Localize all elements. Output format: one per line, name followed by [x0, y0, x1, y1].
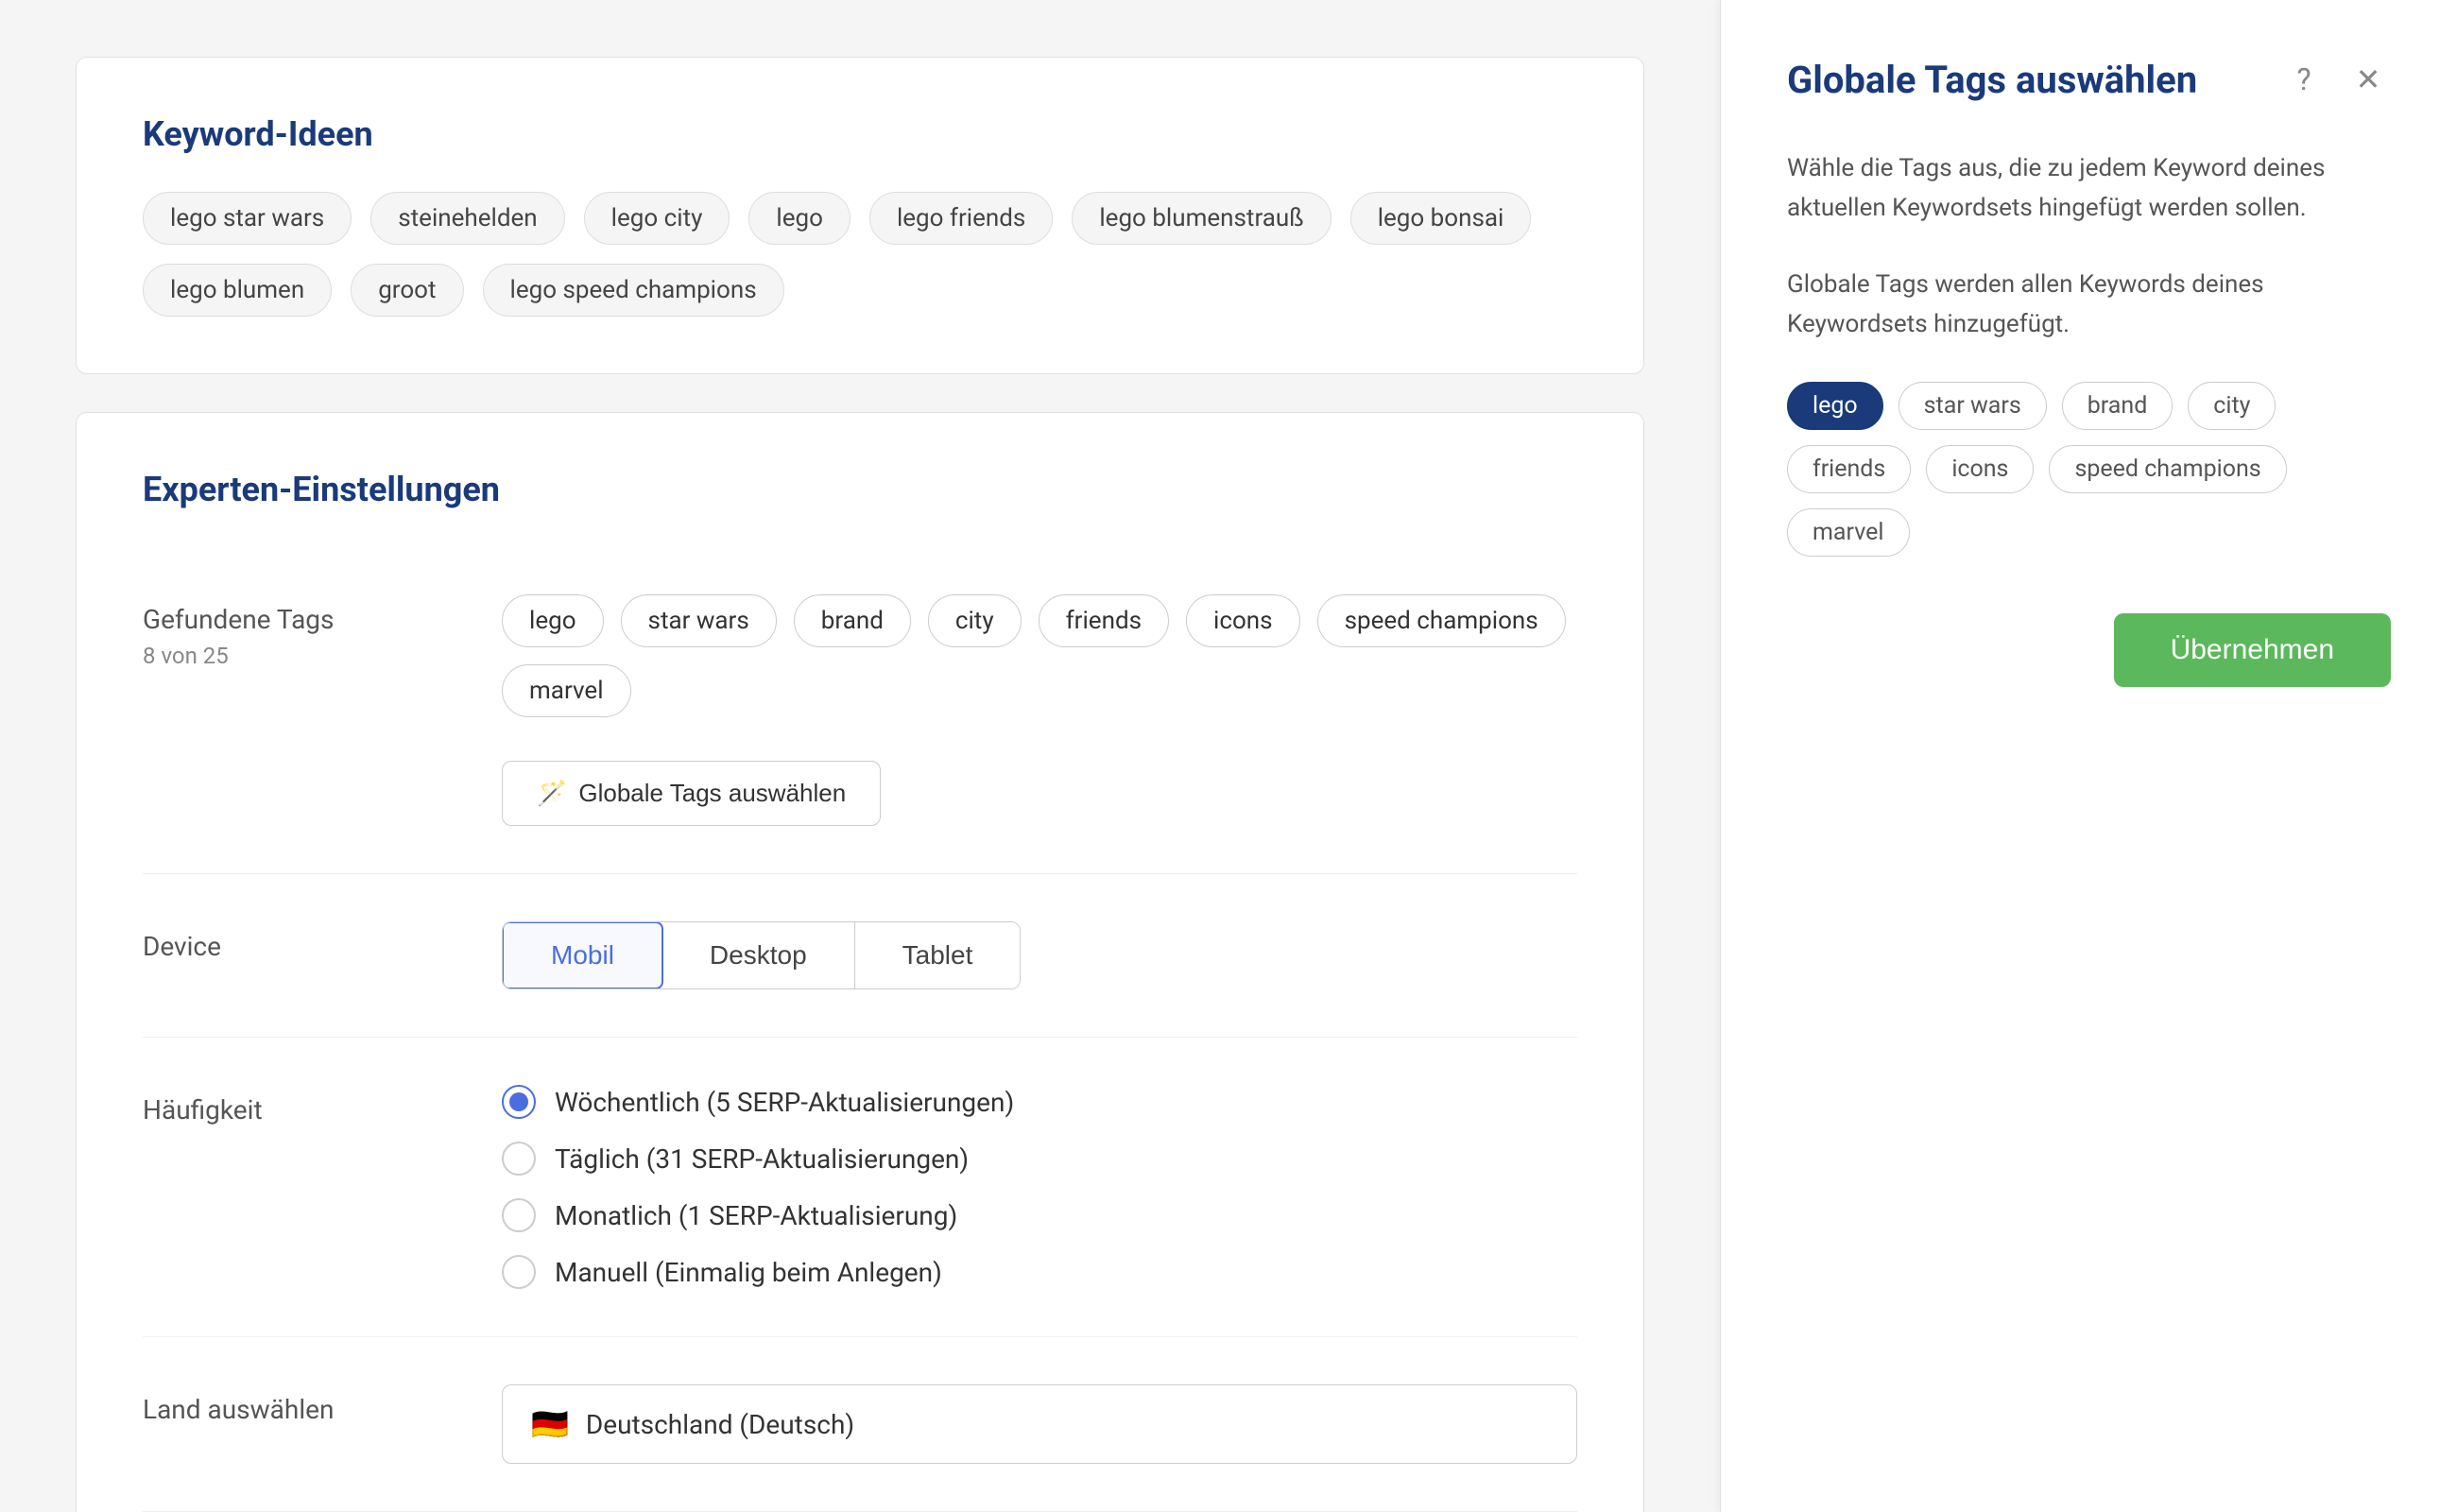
accept-button[interactable]: Übernehmen [2114, 613, 2391, 687]
device-button-mobil[interactable]: Mobil [502, 921, 663, 989]
side-tag[interactable]: marvel [1787, 508, 1910, 557]
device-button-tablet[interactable]: Tablet [855, 922, 1021, 988]
side-description-2: Globale Tags werden allen Keywords deine… [1787, 266, 2391, 344]
global-tags-button[interactable]: 🪄 Globale Tags auswählen [502, 761, 881, 826]
frequency-label-text: Täglich (31 SERP-Aktualisierungen) [555, 1143, 969, 1175]
country-label: Land auswählen [143, 1384, 502, 1425]
tags-container: lego star wars brand city friends icons speed … [502, 594, 1577, 717]
radio-circle [502, 1255, 536, 1289]
frequency-label: Häufigkeit [143, 1085, 502, 1125]
keyword-chip[interactable]: groot [351, 264, 463, 317]
found-tag[interactable]: speed champions [1317, 594, 1566, 647]
keyword-chip[interactable]: lego bonsai [1350, 192, 1532, 245]
frequency-label-text: Wöchentlich (5 SERP-Aktualisierungen) [555, 1087, 1014, 1118]
frequency-radio-item[interactable]: Manuell (Einmalig beim Anlegen) [502, 1255, 1577, 1289]
side-tag[interactable]: brand [2062, 382, 2174, 430]
device-group: MobilDesktopTablet [502, 921, 1021, 989]
magic-icon: 🪄 [537, 779, 567, 808]
found-tag[interactable]: lego [502, 594, 604, 647]
found-tags-content: lego star wars brand city friends icons speed … [502, 594, 1577, 826]
radio-group: Wöchentlich (5 SERP-Aktualisierungen) Täg… [502, 1085, 1577, 1289]
found-tag[interactable]: marvel [502, 664, 631, 717]
found-tag[interactable]: friends [1039, 594, 1169, 647]
side-tag[interactable]: star wars [1899, 382, 2047, 430]
keyword-chip[interactable]: steinehelden [370, 192, 564, 245]
keyword-chip[interactable]: lego blumen [143, 264, 332, 317]
side-panel-title: Globale Tags auswählen [1787, 58, 2197, 102]
main-panel: Keyword-Ideen lego star wars steinehelden… [0, 0, 1720, 1512]
keyword-chip[interactable]: lego friends [869, 192, 1053, 245]
radio-circle [502, 1085, 536, 1119]
country-flag: 🇩🇪 [531, 1406, 569, 1442]
device-row: Device MobilDesktopTablet [143, 874, 1577, 1038]
side-tag[interactable]: speed champions [2049, 445, 2286, 493]
found-tag[interactable]: icons [1186, 594, 1300, 647]
frequency-radio-item[interactable]: Monatlich (1 SERP-Aktualisierung) [502, 1198, 1577, 1232]
keyword-chip[interactable]: lego blumenstrauß [1072, 192, 1331, 245]
country-select[interactable]: 🇩🇪 Deutschland (Deutsch) [502, 1384, 1577, 1464]
frequency-label-text: Monatlich (1 SERP-Aktualisierung) [555, 1200, 957, 1231]
keyword-chip[interactable]: lego speed champions [483, 264, 784, 317]
side-panel-header: Globale Tags auswählen ? ✕ [1787, 57, 2391, 102]
side-tag[interactable]: friends [1787, 445, 1911, 493]
side-panel-actions: ? ✕ [2281, 57, 2391, 102]
country-row: Land auswählen 🇩🇪 Deutschland (Deutsch) [143, 1337, 1577, 1512]
keyword-ideas-title: Keyword-Ideen [143, 114, 1577, 154]
close-button[interactable]: ✕ [2345, 57, 2391, 102]
radio-circle [502, 1198, 536, 1232]
found-tag[interactable]: brand [794, 594, 911, 647]
radio-circle [502, 1142, 536, 1176]
found-tag[interactable]: city [928, 594, 1022, 647]
found-tags-label: Gefundene Tags 8 von 25 [143, 594, 502, 688]
keyword-chip[interactable]: lego [748, 192, 850, 245]
country-content: 🇩🇪 Deutschland (Deutsch) [502, 1384, 1577, 1464]
keyword-ideas-section: Keyword-Ideen lego star wars steinehelden… [76, 57, 1644, 374]
found-tag[interactable]: star wars [621, 594, 777, 647]
keyword-chip[interactable]: lego star wars [143, 192, 352, 245]
frequency-radio-item[interactable]: Wöchentlich (5 SERP-Aktualisierungen) [502, 1085, 1577, 1119]
side-panel: Globale Tags auswählen ? ✕ Wähle die Tag… [1720, 0, 2457, 1512]
side-tag[interactable]: lego [1787, 382, 1883, 430]
help-button[interactable]: ? [2281, 57, 2327, 102]
found-tags-count: 8 von 25 [143, 643, 502, 669]
found-tags-row: Gefundene Tags 8 von 25 lego star wars bra… [143, 547, 1577, 874]
keyword-chip[interactable]: lego city [584, 192, 730, 245]
frequency-content: Wöchentlich (5 SERP-Aktualisierungen) Täg… [502, 1085, 1577, 1289]
country-value: Deutschland (Deutsch) [586, 1409, 854, 1440]
experts-title: Experten-Einstellungen [143, 470, 1577, 509]
side-description-1: Wähle die Tags aus, die zu jedem Keyword… [1787, 149, 2391, 228]
frequency-radio-item[interactable]: Täglich (31 SERP-Aktualisierungen) [502, 1142, 1577, 1176]
keyword-ideas-list: lego star warssteineheldenlego citylegol… [143, 192, 1577, 317]
frequency-label-text: Manuell (Einmalig beim Anlegen) [555, 1257, 942, 1288]
side-tag[interactable]: city [2188, 382, 2276, 430]
side-tags-container: lego star wars brand city friends icons speed … [1787, 382, 2391, 557]
frequency-row: Häufigkeit Wöchentlich (5 SERP-Aktualisi… [143, 1038, 1577, 1337]
device-label: Device [143, 921, 502, 962]
experts-section: Experten-Einstellungen Gefundene Tags 8 … [76, 412, 1644, 1512]
device-content: MobilDesktopTablet [502, 921, 1577, 989]
side-tag[interactable]: icons [1926, 445, 2034, 493]
device-button-desktop[interactable]: Desktop [662, 922, 855, 988]
